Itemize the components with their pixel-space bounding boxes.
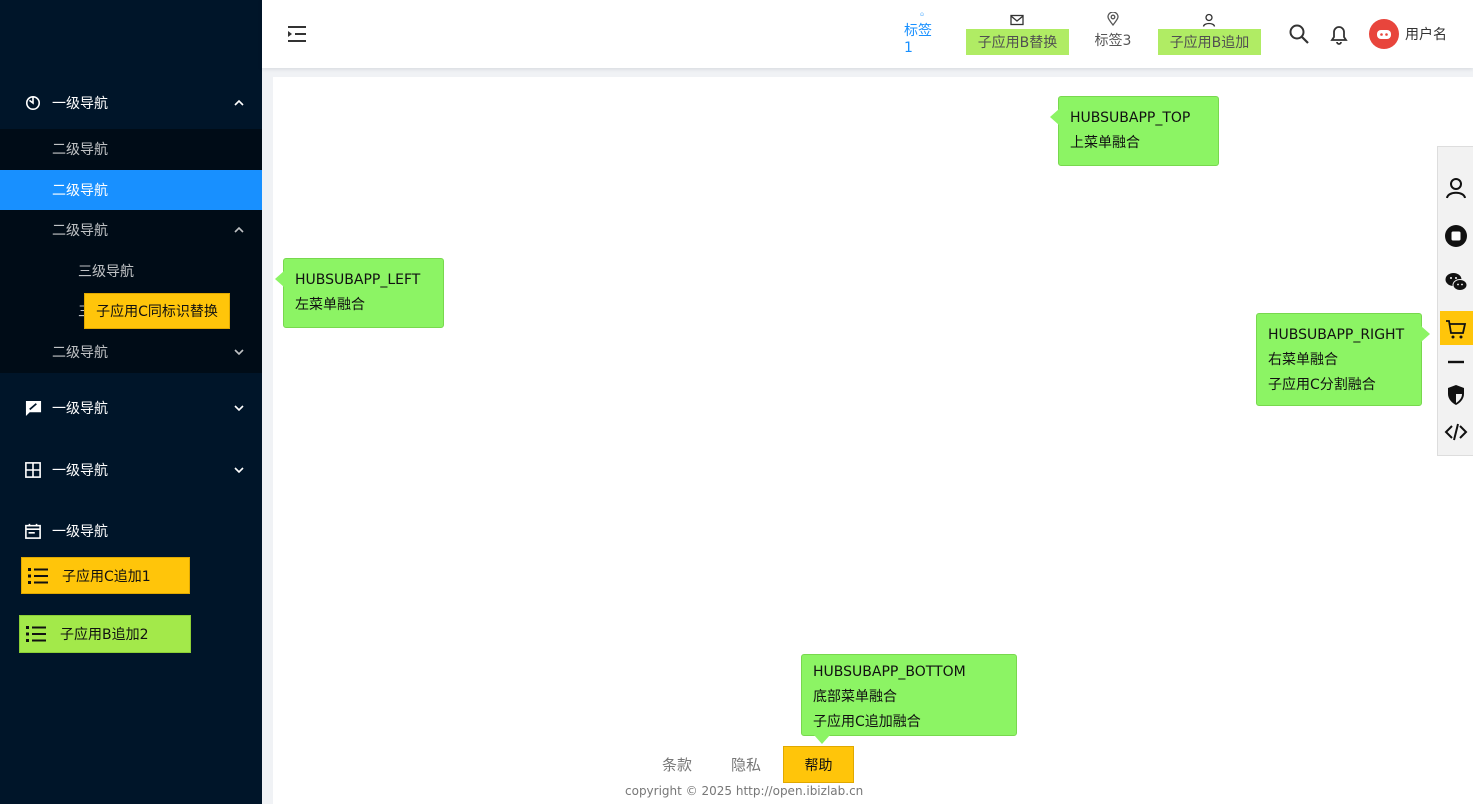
tab-1[interactable]: 标签1 [904, 12, 940, 56]
sidebar: 一级导航 二级导航 二级导航 二级导航 三级导航 三 二级导航 一级导航 [0, 0, 262, 804]
chevron-down-icon [234, 349, 244, 356]
right-toolbar [1437, 146, 1473, 456]
submenu: 二级导航 二级导航 二级导航 三级导航 三 二级导航 [0, 129, 262, 373]
footer-terms-link[interactable]: 条款 [662, 754, 692, 775]
bell-icon[interactable] [1328, 23, 1350, 45]
tab-label: 子应用B替换 [977, 35, 1058, 51]
home-icon [920, 12, 924, 16]
copyright: copyright © 2025 http://open.ibizlab.cn [625, 784, 864, 798]
chevron-up-icon [234, 226, 244, 233]
sidebar-subitem-2[interactable]: 二级导航 [0, 170, 262, 210]
tip-top-text: 上菜单融合 [1070, 135, 1140, 151]
list-icon [26, 626, 46, 642]
sidebar-subitem-label: 二级导航 [52, 345, 108, 361]
tab-4[interactable]: 子应用B追加 [1158, 29, 1261, 55]
replace-sticker-label: 子应用C同标识替换 [96, 304, 218, 320]
sidebar-item-nav4[interactable]: 一级导航 [0, 506, 262, 556]
chevron-up-icon [234, 99, 244, 106]
sidebar-thirditem-label: 三级导航 [78, 264, 134, 280]
tip-left: HUBSUBAPP_LEFT 左菜单融合 [275, 258, 444, 328]
tab-2[interactable]: 子应用B替换 [966, 29, 1069, 55]
user-icon[interactable] [1443, 175, 1469, 201]
avatar-face-icon [1377, 30, 1391, 39]
tip-bottom: HUBSUBAPP_BOTTOM 底部菜单融合 子应用C追加融合 [801, 654, 1017, 744]
chevron-down-icon [234, 405, 244, 412]
footer-help-button[interactable]: 帮助 [783, 746, 854, 783]
cart-icon[interactable] [1443, 316, 1469, 342]
footer-privacy-link[interactable]: 隐私 [731, 754, 761, 775]
location-icon [1107, 12, 1119, 26]
sidebar-thirditem-1[interactable]: 三级导航 [0, 251, 262, 291]
replace-sticker[interactable]: 子应用C同标识替换 [84, 293, 230, 329]
append-b-item[interactable]: 子应用B追加2 [19, 615, 191, 653]
sidebar-item-label: 一级导航 [52, 96, 108, 112]
header: 标签1 子应用B替换 标签3 子应用B追加 用户名 [262, 0, 1473, 68]
wechat-icon[interactable] [1443, 269, 1469, 295]
append-c-item[interactable]: 子应用C追加1 [21, 557, 190, 594]
sidebar-item-label: 一级导航 [52, 524, 108, 540]
tip-right-text: 右菜单融合 [1268, 352, 1338, 368]
tip-right-title: HUBSUBAPP_RIGHT [1268, 327, 1405, 343]
grid-icon [24, 461, 42, 479]
minus-icon[interactable] [1443, 349, 1469, 375]
tip-right: HUBSUBAPP_RIGHT 右菜单融合 子应用C分割融合 [1256, 313, 1430, 406]
calendar-icon [24, 522, 42, 540]
sidebar-subitem-label: 二级导航 [52, 142, 108, 158]
search-icon[interactable] [1288, 23, 1310, 45]
mail-icon [1010, 14, 1024, 26]
sidebar-item-label: 一级导航 [52, 401, 108, 417]
tip-left-title: HUBSUBAPP_LEFT [295, 272, 421, 288]
timer-icon [24, 94, 42, 112]
username[interactable]: 用户名 [1405, 24, 1447, 44]
tip-bottom-text: 底部菜单融合 [813, 689, 897, 705]
code-icon[interactable] [1443, 419, 1469, 445]
menu-fold-icon[interactable] [286, 24, 308, 44]
chevron-down-icon [234, 467, 244, 474]
tab-label: 标签3 [1094, 33, 1132, 49]
shield-icon[interactable] [1443, 382, 1469, 408]
sidebar-item-label: 一级导航 [52, 463, 108, 479]
sidebar-item-nav1[interactable]: 一级导航 [0, 78, 262, 128]
sidebar-subitem-3[interactable]: 二级导航 [0, 210, 262, 250]
tip-left-text: 左菜单融合 [295, 297, 365, 313]
tip-right-text2: 子应用C分割融合 [1268, 377, 1376, 393]
feedback-icon [24, 399, 42, 417]
tab-label: 子应用B追加 [1169, 35, 1250, 51]
help-label: 帮助 [804, 757, 833, 774]
tab-label: 标签1 [904, 23, 932, 56]
user-icon [1202, 13, 1216, 27]
append-b-label: 子应用B追加2 [60, 627, 149, 643]
sidebar-subitem-label: 二级导航 [52, 183, 108, 199]
tip-bottom-title: HUBSUBAPP_BOTTOM [813, 664, 966, 680]
tip-top: HUBSUBAPP_TOP 上菜单融合 [1050, 96, 1219, 166]
sidebar-subitem-label: 二级导航 [52, 223, 108, 239]
sidebar-item-nav3[interactable]: 一级导航 [0, 445, 262, 495]
sidebar-subitem-1[interactable]: 二级导航 [0, 129, 262, 169]
stop-icon[interactable] [1443, 223, 1469, 249]
sidebar-subitem-4[interactable]: 二级导航 [0, 332, 262, 372]
tab-3[interactable]: 标签3 [1094, 12, 1132, 56]
append-c-label: 子应用C追加1 [62, 568, 151, 585]
avatar[interactable] [1369, 19, 1399, 49]
tip-bottom-text2: 子应用C追加融合 [813, 714, 921, 730]
list-icon [28, 567, 48, 584]
sidebar-item-nav2[interactable]: 一级导航 [0, 383, 262, 433]
tip-top-title: HUBSUBAPP_TOP [1070, 110, 1191, 126]
